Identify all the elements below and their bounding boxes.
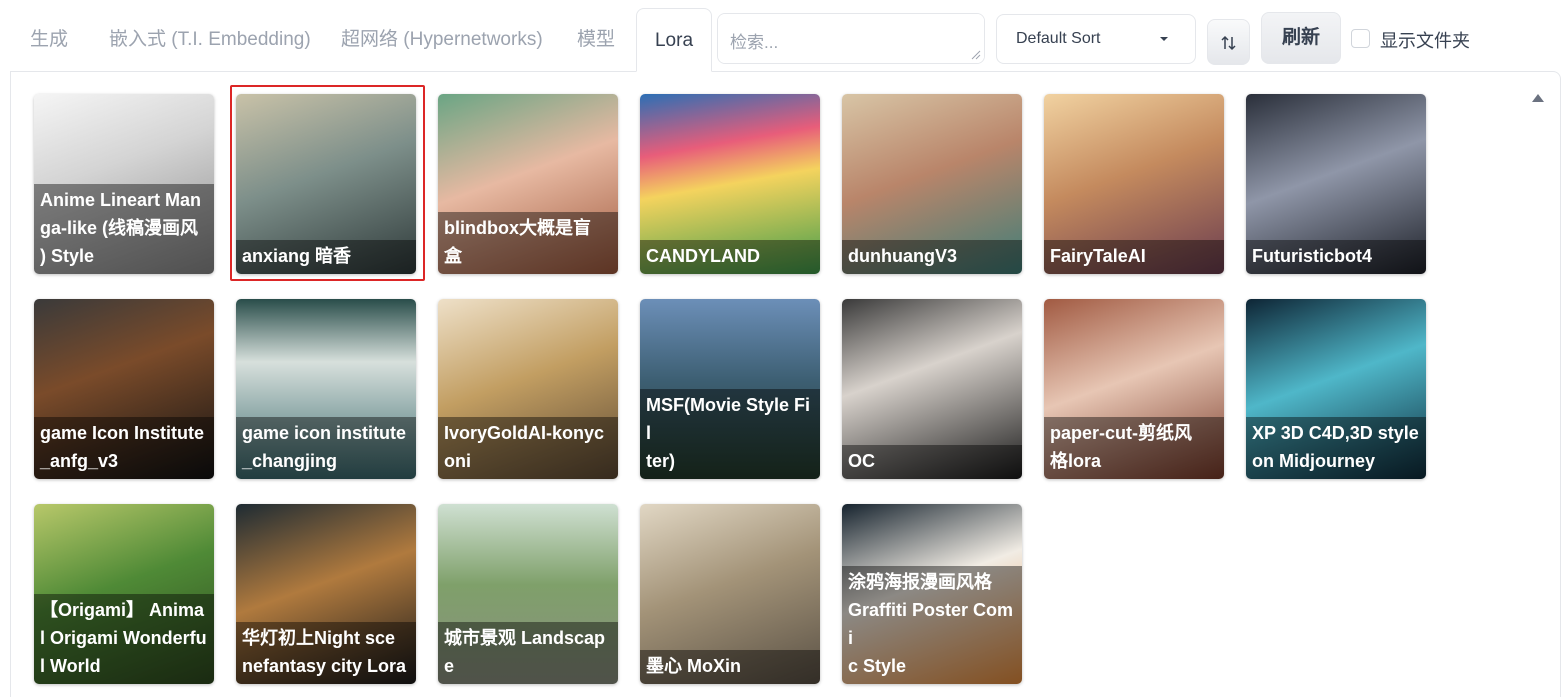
lora-card-title: 华灯初上Night sce nefantasy city Lora	[236, 622, 416, 684]
lora-card-title-line: Anime Lineart Man	[40, 190, 202, 210]
lora-card-title-line: 墨心 MoXin	[646, 656, 741, 676]
lora-card-title: XP 3D C4D,3D style on Midjourney	[1246, 417, 1426, 479]
lora-card[interactable]: anxiang 暗香	[236, 94, 416, 274]
lora-card-title-line: e	[444, 656, 455, 676]
lora-card-title-line: game Icon Institute	[40, 423, 205, 443]
lora-card-title-line: MSF(Movie Style Fil	[646, 395, 811, 443]
lora-card-title-line: paper-cut-剪纸风	[1050, 423, 1193, 443]
lora-card-title-line: c Style	[848, 656, 907, 676]
lora-card-title-line: anxiang 暗香	[242, 246, 352, 266]
lora-card-title-line: IvoryGoldAI-konyc	[444, 423, 605, 443]
sort-direction-button[interactable]	[1207, 19, 1250, 65]
tab-embedding[interactable]: 嵌入式 (T.I. Embedding)	[101, 8, 319, 72]
lora-card-title-line: _changjing	[242, 451, 338, 471]
lora-card-title-line: FairyTaleAI	[1050, 246, 1146, 266]
sort-selected-value: Default Sort	[1016, 30, 1101, 47]
lora-card-title-line: ter)	[646, 451, 676, 471]
tab-lora[interactable]: Lora	[636, 8, 712, 72]
lora-card-title-line: 格lora	[1050, 451, 1102, 471]
lora-card[interactable]: FairyTaleAI	[1044, 94, 1224, 274]
lora-card[interactable]: 城市景观 Landscap e	[438, 504, 618, 684]
lora-card-title-line: Futuristicbot4	[1252, 246, 1372, 266]
lora-card[interactable]: 华灯初上Night sce nefantasy city Lora	[236, 504, 416, 684]
lora-card-title-line: ) Style	[40, 246, 95, 266]
show-folders-checkbox[interactable]	[1351, 29, 1370, 48]
lora-card-title-line: 涂鸦海报漫画风格	[848, 572, 992, 592]
scroll-up-icon[interactable]	[1531, 92, 1545, 104]
lora-card[interactable]: CANDYLAND	[640, 94, 820, 274]
lora-card[interactable]: 涂鸦海报漫画风格 Graffiti Poster Comi c Style	[842, 504, 1022, 684]
lora-card[interactable]: MSF(Movie Style Fil ter)	[640, 299, 820, 479]
sort-direction-icon	[1221, 35, 1236, 51]
lora-card-title-line: OC	[848, 451, 875, 471]
search-input[interactable]	[717, 13, 985, 64]
lora-card-title-line: 城市景观 Landscap	[444, 628, 606, 648]
lora-card-title: game icon institute _changjing	[236, 417, 416, 479]
lora-card-title: MSF(Movie Style Fil ter)	[640, 389, 820, 479]
lora-card-title: dunhuangV3	[842, 240, 1022, 274]
lora-card[interactable]: game Icon Institute _anfg_v3	[34, 299, 214, 479]
show-folders-label: 显示文件夹	[1380, 31, 1470, 51]
tab-checkpoints[interactable]: 模型	[569, 8, 623, 72]
tab-hypernetworks[interactable]: 超网络 (Hypernetworks)	[333, 8, 551, 72]
lora-card[interactable]: game icon institute _changjing	[236, 299, 416, 479]
lora-card[interactable]: paper-cut-剪纸风 格lora	[1044, 299, 1224, 479]
lora-card-title: 涂鸦海报漫画风格 Graffiti Poster Comi c Style	[842, 566, 1022, 684]
lora-card[interactable]: OC	[842, 299, 1022, 479]
lora-card-title: IvoryGoldAI-konyc oni	[438, 417, 618, 479]
lora-card-title-line: l World	[40, 656, 101, 676]
lora-card-title-line: nefantasy city Lora	[242, 656, 407, 676]
lora-card-title-line: oni	[444, 451, 471, 471]
lora-card-title-line: ga-like (线稿漫画风	[40, 218, 199, 238]
lora-card-title: FairyTaleAI	[1044, 240, 1224, 274]
lora-card-title-line: on Midjourney	[1252, 451, 1375, 471]
sort-dropdown[interactable]: Default Sort	[996, 14, 1196, 64]
lora-card-title: Futuristicbot4	[1246, 240, 1426, 274]
lora-card[interactable]: Anime Lineart Man ga-like (线稿漫画风 ) Style	[34, 94, 214, 274]
lora-card-title: OC	[842, 445, 1022, 479]
tab-generate[interactable]: 生成	[22, 8, 76, 72]
lora-card[interactable]: XP 3D C4D,3D style on Midjourney	[1246, 299, 1426, 479]
lora-card-title: game Icon Institute _anfg_v3	[34, 417, 214, 479]
lora-card-title-line: 华灯初上Night sce	[242, 628, 396, 648]
lora-card-title-line: 【Origami】 Anima	[40, 600, 205, 620]
lora-card-title-line: l Origami Wonderfu	[40, 628, 207, 648]
lora-card-title: anxiang 暗香	[236, 240, 416, 274]
lora-card[interactable]: IvoryGoldAI-konyc oni	[438, 299, 618, 479]
lora-card-title-line: _anfg_v3	[40, 451, 119, 471]
lora-card[interactable]: 墨心 MoXin	[640, 504, 820, 684]
lora-card[interactable]: 【Origami】 Anima l Origami Wonderfu l World	[34, 504, 214, 684]
lora-card-title-line: 盒	[444, 246, 462, 266]
lora-card-title-line: blindbox大概是盲	[444, 218, 591, 238]
lora-card-title: blindbox大概是盲盒	[438, 212, 618, 274]
lora-card-title: CANDYLAND	[640, 240, 820, 274]
lora-card[interactable]: Futuristicbot4	[1246, 94, 1426, 274]
lora-card[interactable]: blindbox大概是盲盒	[438, 94, 618, 274]
lora-card-title: paper-cut-剪纸风 格lora	[1044, 417, 1224, 479]
caret-down-icon	[1160, 37, 1168, 41]
lora-card-title-line: CANDYLAND	[646, 246, 760, 266]
lora-card-title-line: game icon institute	[242, 423, 407, 443]
lora-card-title: 墨心 MoXin	[640, 650, 820, 684]
lora-card[interactable]: dunhuangV3	[842, 94, 1022, 274]
lora-card-title: 【Origami】 Anima l Origami Wonderfu l World	[34, 594, 214, 684]
lora-card-title: 城市景观 Landscap e	[438, 622, 618, 684]
refresh-button[interactable]: 刷新	[1261, 12, 1341, 64]
lora-card-title: Anime Lineart Man ga-like (线稿漫画风 ) Style	[34, 184, 214, 274]
lora-card-title-line: XP 3D C4D,3D style	[1252, 423, 1419, 443]
lora-card-title-line: dunhuangV3	[848, 246, 957, 266]
lora-card-title-line: Graffiti Poster Comi	[848, 600, 1014, 648]
